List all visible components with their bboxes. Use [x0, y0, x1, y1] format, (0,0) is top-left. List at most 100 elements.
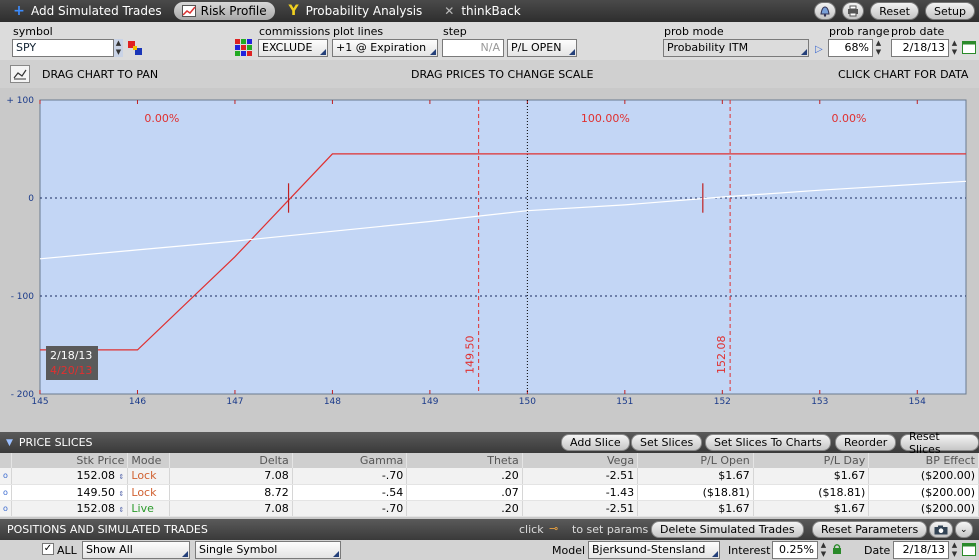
risk-profile-chart[interactable]: + 1000- 100- 200145 146 147 148 149 150 151 152… [0, 88, 979, 432]
calendar-icon[interactable] [962, 542, 976, 556]
pl-open-cell: ($18.81) [637, 484, 754, 501]
bp-effect-cell: ($200.00) [868, 468, 979, 485]
x-tick-label: 146 [129, 397, 146, 407]
prob-range-input[interactable]: 68% [828, 39, 873, 57]
bp-effect-cell: ($200.00) [868, 500, 979, 517]
prob-date-spinner[interactable]: ▲ ▼ [950, 39, 959, 57]
step-label: step [443, 25, 467, 38]
col-bp-effect[interactable]: BP Effect [868, 453, 979, 468]
tab-thinkback[interactable]: ✕ thinkBack [434, 2, 528, 20]
tab-probability-analysis[interactable]: Y Probability Analysis [279, 2, 431, 20]
col-pl-day[interactable]: P/L Day [753, 453, 870, 468]
date-box-expiration: 4/20/13 [50, 364, 92, 377]
bell-icon[interactable] [814, 2, 837, 20]
set-slices-to-charts-button[interactable]: Set Slices To Charts [705, 434, 831, 451]
row-marker-icon[interactable]: o [0, 468, 12, 485]
col-pl-open[interactable]: P/L Open [637, 453, 754, 468]
symbol-spinner[interactable]: ▲ ▼ [114, 39, 123, 57]
reset-slices-button[interactable]: Reset Slices [900, 430, 979, 456]
chart-icon [181, 4, 196, 18]
setup-button[interactable]: Setup [924, 2, 975, 20]
pl-open-cell: $1.67 [637, 500, 754, 517]
price-slices-title: PRICE SLICES [18, 436, 93, 449]
mode-cell[interactable]: Live [127, 500, 171, 517]
all-checkbox[interactable]: ✓ [42, 543, 54, 555]
stk-price-cell[interactable]: 152.08 [77, 469, 116, 482]
price-spinner[interactable]: ⇕ [119, 473, 125, 481]
y-tick-label: + 100 [6, 96, 34, 106]
prob-range-spinner[interactable]: ▲ ▼ [874, 39, 883, 57]
prob-date-input[interactable]: 2/18/13 [891, 39, 949, 57]
step-input[interactable]: N/A [442, 39, 504, 57]
model-select[interactable]: Bjerksund-Stensland [588, 541, 720, 559]
collapse-triangle-icon[interactable]: ▼ [6, 438, 13, 448]
prob-mode-select[interactable]: Probability ITM [663, 39, 809, 57]
date-label: Date [864, 544, 891, 557]
vertical-marker-label: 149.50 [464, 336, 477, 375]
col-delta[interactable]: Delta [169, 453, 293, 468]
y-tick-label: - 100 [11, 292, 35, 302]
col-gamma[interactable]: Gamma [292, 453, 408, 468]
delete-simulated-trades-button[interactable]: Delete Simulated Trades [651, 521, 804, 538]
col-theta[interactable]: Theta [406, 453, 523, 468]
date-input[interactable]: 2/18/13 [893, 541, 949, 559]
set-slices-button[interactable]: Set Slices [631, 434, 703, 451]
pl-open-select[interactable]: P/L OPEN [507, 39, 577, 57]
play-arrow-icon[interactable]: ▷ [815, 44, 823, 55]
plot-lines-select[interactable]: +1 @ Expiration [332, 39, 438, 57]
y-icon: Y [288, 3, 299, 19]
symbol-input[interactable]: SPY [12, 39, 114, 57]
calendar-icon[interactable] [962, 40, 976, 54]
table-row[interactable]: o 152.08 ⇕ Live 7.08 -.70 .20 -2.51 $1.6… [0, 500, 979, 517]
risk-profile-chart-area: + 100 0- 100- 200 145 146 147 148 149 150 151 152… [0, 88, 979, 432]
row-marker-icon[interactable]: o [0, 484, 12, 501]
camera-icon[interactable] [929, 521, 953, 538]
controls-bar: symbol SPY ▲ ▼ commissions EXCLUDE plot l… [0, 22, 979, 60]
symbol-label: symbol [13, 25, 53, 38]
grid-color-icon[interactable] [234, 38, 254, 58]
reorder-button[interactable]: Reorder [835, 434, 897, 451]
positions-filter-bar: ✓ ALL Show All Single Symbol Model Bjerk… [0, 540, 979, 560]
single-symbol-select[interactable]: Single Symbol [195, 541, 341, 559]
tab-add-simulated-trades[interactable]: + Add Simulated Trades [4, 2, 170, 20]
col-vega[interactable]: Vega [522, 453, 639, 468]
collapse-icon[interactable]: ⌄ [955, 521, 973, 538]
drag-prices-hint: DRAG PRICES TO CHANGE SCALE [411, 68, 594, 81]
interest-label: Interest [728, 544, 771, 557]
x-tick-label: 145 [31, 397, 48, 407]
color-chips-icon[interactable] [128, 41, 142, 55]
interest-input[interactable]: 0.25% [772, 541, 818, 559]
table-row[interactable]: o 152.08 ⇕ Lock 7.08 -.70 .20 -2.51 $1.6… [0, 468, 979, 485]
mode-cell[interactable]: Lock [127, 484, 171, 501]
pl-day-cell: $1.67 [753, 500, 870, 517]
model-label: Model [552, 544, 586, 557]
reset-button[interactable]: Reset [870, 2, 919, 20]
lock-icon[interactable] [832, 543, 842, 558]
stk-price-cell[interactable]: 152.08 [77, 502, 116, 515]
stk-price-cell[interactable]: 149.50 [77, 486, 116, 499]
row-marker-icon[interactable]: o [0, 500, 12, 517]
interest-spinner[interactable]: ▲ ▼ [819, 541, 828, 559]
tab-label: Probability Analysis [305, 4, 423, 18]
plot-background[interactable] [39, 99, 967, 395]
table-row[interactable]: o 149.50 ⇕ Lock 8.72 -.54 .07 -1.43 ($18… [0, 484, 979, 501]
commissions-select[interactable]: EXCLUDE [258, 39, 328, 57]
positions-title: POSITIONS AND SIMULATED TRADES [7, 523, 208, 536]
chart-style-icon[interactable] [10, 65, 30, 83]
printer-icon[interactable] [842, 2, 865, 20]
mode-cell[interactable]: Lock [127, 468, 171, 485]
col-mode[interactable]: Mode [127, 453, 171, 468]
add-slice-button[interactable]: Add Slice [561, 434, 630, 451]
positions-header: POSITIONS AND SIMULATED TRADES click ⊸ t… [0, 519, 979, 540]
chart-hint-bar: DRAG CHART TO PAN DRAG PRICES TO CHANGE … [0, 60, 979, 88]
tab-risk-profile[interactable]: Risk Profile [173, 2, 275, 20]
price-spinner[interactable]: ⇕ [119, 490, 125, 498]
wrench-icon: ✕ [444, 4, 455, 18]
tab-label: Add Simulated Trades [31, 4, 162, 18]
date-spinner[interactable]: ▲ ▼ [950, 541, 959, 559]
top-toolbar: + Add Simulated Trades Risk Profile Y Pr… [0, 0, 979, 22]
reset-parameters-button[interactable]: Reset Parameters [812, 521, 928, 538]
show-all-select[interactable]: Show All [82, 541, 190, 559]
col-stk-price[interactable]: Stk Price [11, 453, 129, 468]
price-spinner[interactable]: ⇕ [119, 506, 125, 514]
